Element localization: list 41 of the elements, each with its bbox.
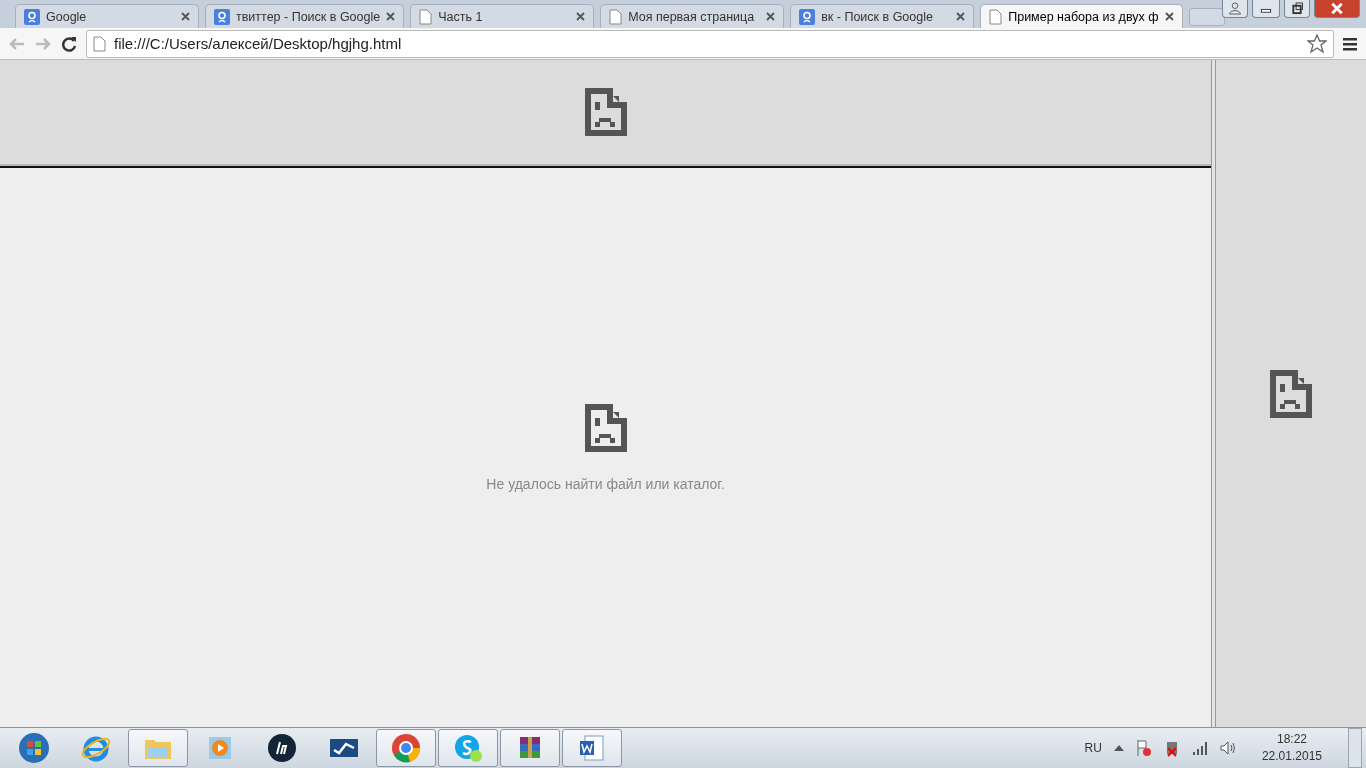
close-icon[interactable] [181, 12, 190, 21]
signal-bars-icon[interactable] [1191, 741, 1208, 755]
restore-icon[interactable] [1284, 0, 1310, 18]
browser-tab[interactable]: Часть 1 [410, 4, 595, 28]
flag-icon[interactable] [1135, 739, 1152, 757]
page-icon [989, 8, 1003, 25]
close-icon[interactable] [1164, 12, 1174, 21]
user-icon[interactable] [1222, 0, 1248, 18]
browser-tab[interactable]: вк - Поиск в Google [790, 4, 975, 28]
error-message: Не удалось найти файл или каталог. [486, 475, 725, 492]
close-icon[interactable] [766, 12, 776, 21]
close-icon[interactable] [956, 12, 966, 21]
page-icon [93, 35, 106, 52]
close-icon[interactable] [1314, 0, 1360, 18]
star-icon[interactable] [1307, 33, 1327, 54]
close-icon[interactable] [576, 12, 586, 21]
menu-icon[interactable] [1342, 35, 1358, 52]
windows-logo-icon [18, 732, 50, 764]
taskbar-button[interactable] [562, 729, 622, 767]
speaker-icon[interactable] [1219, 740, 1236, 756]
language-indicator[interactable]: RU [1084, 741, 1102, 755]
skype-logo-icon [452, 732, 484, 764]
hp-logo-icon [266, 732, 298, 764]
browser-tab[interactable]: Google [15, 4, 199, 28]
browser-tab[interactable]: твиттер - Поиск в Google [205, 4, 405, 28]
close-icon[interactable] [386, 12, 396, 21]
address-bar[interactable]: file:///C:/Users/алексей/Desktop/hgjhg.html [86, 29, 1334, 58]
browser-tab[interactable]: Пример набора из двух ф [980, 4, 1183, 28]
minimize-icon[interactable] [1252, 0, 1280, 18]
page-icon [419, 8, 433, 25]
reload-icon[interactable] [60, 34, 78, 53]
sad-page-icon [584, 88, 627, 136]
taskbar-button[interactable] [500, 729, 560, 767]
sad-page-icon [584, 403, 627, 452]
sad-page-icon [1270, 369, 1312, 418]
chrome-logo-icon [390, 732, 422, 764]
clock-time[interactable]: 18:22 [1276, 731, 1307, 748]
up-arrow-icon[interactable] [1113, 744, 1124, 752]
browser-tab[interactable]: Моя первая страница [600, 4, 785, 28]
clock-date[interactable]: 22.01.2015 [1261, 748, 1322, 765]
page-icon [609, 8, 623, 25]
